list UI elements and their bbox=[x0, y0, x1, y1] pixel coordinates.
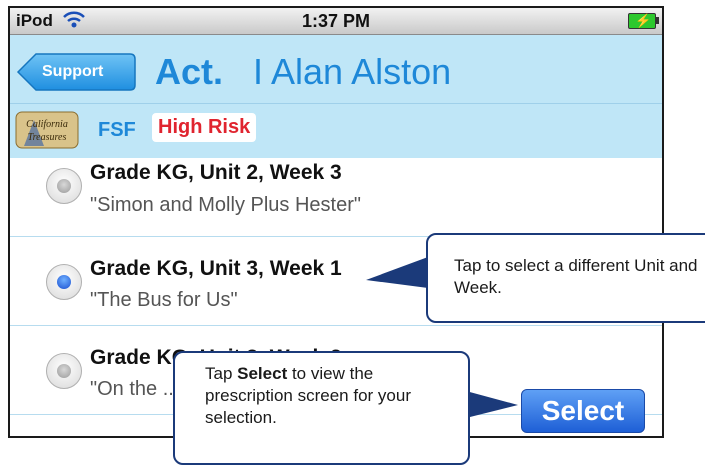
callout-select-emphasis: Select bbox=[237, 364, 288, 383]
callout-unit-week-text: Tap to select a different Unit and Week. bbox=[454, 256, 698, 297]
callout-select-text: Tap Select to view the prescription scre… bbox=[205, 363, 460, 429]
callout-unit-week: Tap to select a different Unit and Week. bbox=[426, 233, 705, 323]
callout-select: Tap Select to view the prescription scre… bbox=[173, 351, 470, 465]
callout-select-prefix: Tap bbox=[205, 364, 238, 383]
